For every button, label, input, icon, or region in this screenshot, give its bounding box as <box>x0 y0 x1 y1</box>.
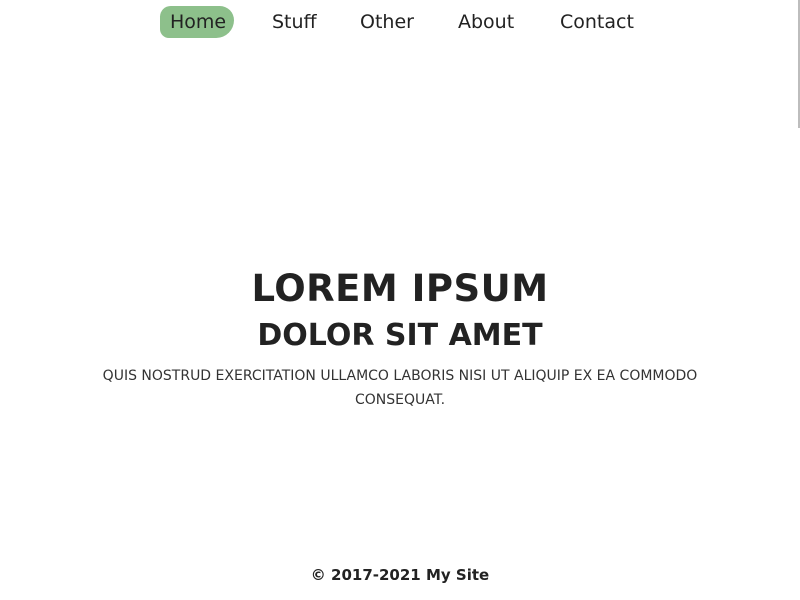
hero-subtitle: DOLOR SIT AMET <box>257 318 543 353</box>
footer-copyright: © 2017-2021 My Site <box>310 566 490 584</box>
hero-section: LOREM IPSUM DOLOR SIT AMET QUIS NOSTRUD … <box>0 264 800 412</box>
hero-title: LOREM IPSUM <box>251 267 549 310</box>
main-nav: Home Stuff Other About Contact <box>0 6 800 38</box>
nav-item-contact[interactable]: Contact <box>560 6 634 38</box>
nav-item-other[interactable]: Other <box>360 6 414 38</box>
nav-item-stuff[interactable]: Stuff <box>272 6 317 38</box>
nav-item-about[interactable]: About <box>458 6 514 38</box>
nav-item-home[interactable]: Home <box>160 6 235 38</box>
page: Home Stuff Other About Contact LOREM IPS… <box>0 0 800 600</box>
hero-body-text: QUIS NOSTRUD EXERCITATION ULLAMCO LABORI… <box>102 368 698 408</box>
